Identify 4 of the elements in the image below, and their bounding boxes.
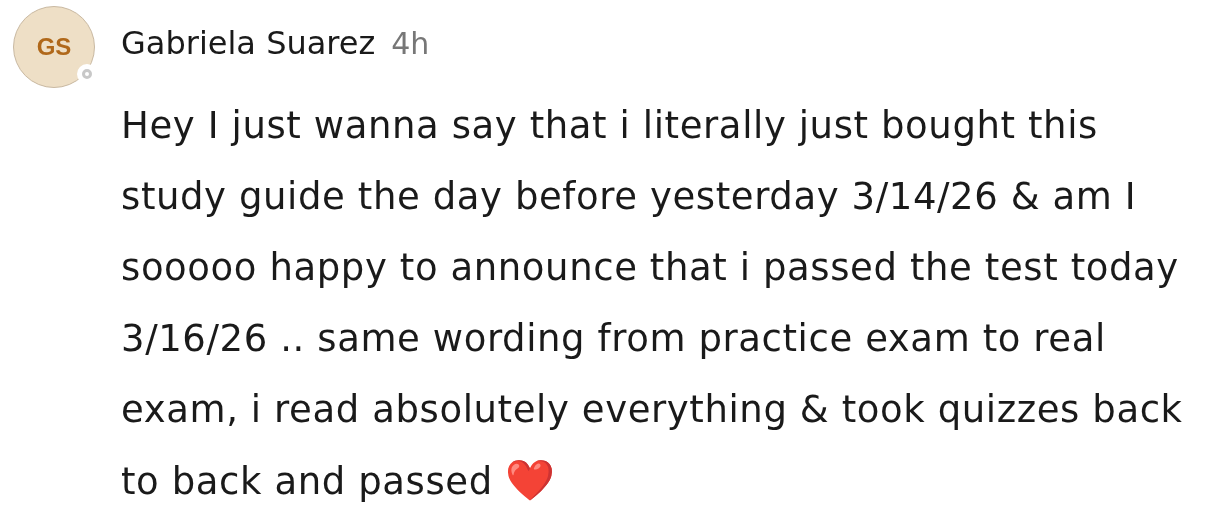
avatar: GS — [13, 6, 95, 88]
comment-text: Hey I just wanna say that i literally just bought this study guide the day before yesterday 3/14/26 & am I sooooo happy to announce that i passed the test today 3/16/26 .. same wording from practice exam to real exam, i read absolutely everything & took quizzes back to back and passed ❤ — [121, 103, 1184, 505]
timestamp: 4h — [391, 25, 430, 61]
author-name[interactable]: Gabriela Suarez — [121, 24, 376, 62]
